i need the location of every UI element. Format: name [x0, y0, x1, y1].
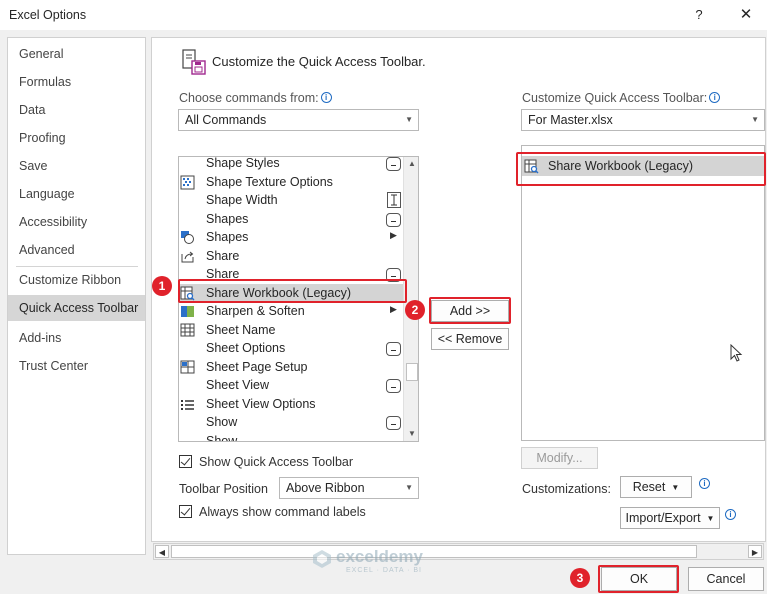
step-badge-3: 3: [570, 568, 590, 588]
dropdown-marker-icon: [386, 212, 401, 227]
list-item[interactable]: Sheet View: [179, 376, 403, 395]
info-icon[interactable]: i: [699, 478, 710, 489]
always-labels-label: Always show command labels: [199, 505, 366, 519]
list-item[interactable]: Sheet Page Setup: [179, 358, 403, 377]
list-item[interactable]: Shapes: [179, 210, 403, 229]
dropdown-marker-icon: [386, 342, 401, 356]
step-badge-1: 1: [152, 276, 172, 296]
list-item[interactable]: Sharpen & Soften ▶: [179, 302, 403, 321]
mouse-cursor-icon: [730, 344, 743, 362]
submenu-arrow-icon: ▶: [390, 230, 397, 240]
highlight-share-workbook-command: [178, 279, 407, 303]
nav-item-advanced[interactable]: Advanced: [8, 237, 145, 263]
list-item[interactable]: Sheet Options: [179, 339, 403, 358]
view-options-icon: [181, 399, 194, 410]
chevron-down-icon: ▼: [405, 115, 413, 124]
texture-icon: [180, 175, 195, 189]
info-icon[interactable]: i: [709, 92, 721, 103]
import-export-button[interactable]: Import/Export ▼: [620, 507, 720, 529]
scroll-up-icon[interactable]: ▲: [405, 157, 418, 171]
exceldemy-logo-icon: [313, 550, 331, 568]
highlight-ok-button: [598, 565, 679, 593]
info-icon[interactable]: i: [320, 92, 332, 103]
shapes-icon: [181, 231, 194, 244]
watermark: exceldemy EXCEL · DATA · BI: [312, 545, 462, 579]
scroll-down-icon[interactable]: ▼: [405, 427, 418, 441]
modify-button[interactable]: Modify...: [521, 447, 598, 469]
nav-item-general[interactable]: General: [8, 41, 145, 67]
remove-button[interactable]: << Remove: [431, 328, 509, 350]
step-badge-2: 2: [405, 300, 425, 320]
highlight-toolbar-item: [516, 152, 766, 186]
scroll-left-icon[interactable]: ◀: [155, 545, 169, 558]
toolbar-position-dropdown[interactable]: Above Ribbon ▼: [279, 477, 419, 499]
list-item[interactable]: Sheet View Options: [179, 395, 403, 414]
chevron-down-icon: ▼: [671, 483, 680, 492]
nav-item-customize-ribbon[interactable]: Customize Ribbon: [8, 267, 145, 293]
sharpen-icon: [181, 306, 194, 317]
text-cursor-icon: [387, 192, 401, 208]
list-item[interactable]: Show: [179, 413, 403, 432]
info-icon[interactable]: i: [725, 509, 736, 520]
customizations-label: Customizations:: [522, 482, 611, 496]
help-button[interactable]: ?: [689, 4, 709, 26]
dropdown-marker-icon: [386, 379, 401, 393]
list-item[interactable]: Shape Width: [179, 191, 403, 210]
scroll-right-icon[interactable]: ▶: [748, 545, 762, 558]
choose-commands-dropdown[interactable]: All Commands ▼: [178, 109, 419, 131]
list-item[interactable]: Shape Styles: [179, 157, 403, 173]
chevron-down-icon: ▼: [706, 514, 715, 523]
list-item[interactable]: Show: [179, 432, 403, 442]
choose-commands-value: All Commands: [185, 113, 267, 127]
choose-commands-label: Choose commands from: i: [179, 91, 332, 105]
toolbar-position-label: Toolbar Position: [179, 482, 268, 496]
toolbar-commands-list[interactable]: Share Workbook (Legacy): [521, 145, 765, 441]
sheet-name-icon: [180, 323, 195, 336]
nav-item-language[interactable]: Language: [8, 181, 145, 207]
customize-toolbar-value: For Master.xlsx: [528, 113, 613, 127]
submenu-arrow-icon: ▶: [390, 304, 397, 314]
nav-item-data[interactable]: Data: [8, 97, 145, 123]
reset-button[interactable]: Reset ▼: [620, 476, 692, 498]
nav-item-save[interactable]: Save: [8, 153, 145, 179]
title-bar: Excel Options ? ✕: [0, 0, 767, 30]
quick-access-toolbar-icon: [182, 49, 206, 75]
toolbar-position-value: Above Ribbon: [286, 481, 365, 495]
nav-item-quick-access-toolbar[interactable]: Quick Access Toolbar: [8, 295, 145, 321]
nav-item-formulas[interactable]: Formulas: [8, 69, 145, 95]
customize-toolbar-dropdown[interactable]: For Master.xlsx ▼: [521, 109, 765, 131]
always-labels-checkbox[interactable]: [179, 505, 192, 518]
window-title: Excel Options: [9, 8, 87, 22]
highlight-add-button: [429, 297, 511, 324]
list-item[interactable]: Shapes ▶: [179, 228, 403, 247]
show-qat-checkbox[interactable]: [179, 455, 192, 468]
list-item[interactable]: Sheet Name: [179, 321, 403, 340]
list-item[interactable]: Share: [179, 247, 403, 266]
page-setup-icon: [180, 360, 195, 373]
cancel-button[interactable]: Cancel: [688, 567, 764, 591]
nav-item-add-ins[interactable]: Add-ins: [8, 325, 145, 351]
close-button[interactable]: ✕: [735, 4, 757, 26]
customize-toolbar-label: Customize Quick Access Toolbar: i: [522, 91, 721, 105]
chevron-down-icon: ▼: [405, 483, 413, 492]
dropdown-marker-icon: [386, 157, 401, 171]
show-qat-label: Show Quick Access Toolbar: [199, 455, 354, 469]
list-item[interactable]: Shape Texture Options: [179, 173, 403, 192]
scroll-thumb[interactable]: [406, 363, 418, 381]
chevron-down-icon: ▼: [751, 115, 759, 124]
options-nav: General Formulas Data Proofing Save Lang…: [7, 37, 146, 555]
page-title: Customize the Quick Access Toolbar.: [212, 54, 426, 69]
dropdown-marker-icon: [386, 416, 401, 430]
share-icon: [181, 251, 194, 262]
nav-item-accessibility[interactable]: Accessibility: [8, 209, 145, 235]
nav-item-proofing[interactable]: Proofing: [8, 125, 145, 151]
nav-item-trust-center[interactable]: Trust Center: [8, 353, 145, 379]
